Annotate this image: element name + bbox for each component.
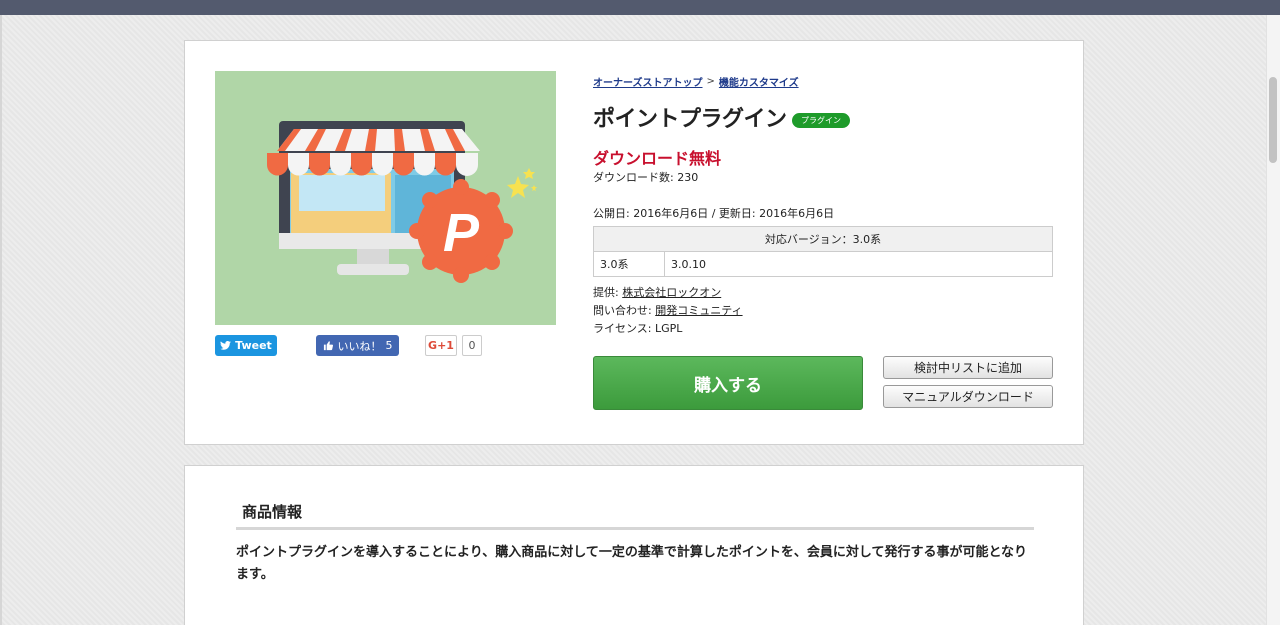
monitor-neck	[357, 249, 389, 264]
manual-download-button[interactable]: マニュアルダウンロード	[883, 385, 1053, 408]
breadcrumb-separator: >	[706, 76, 715, 87]
version-table: 対応バージョン：3.0系 3.0系 3.0.10	[593, 226, 1053, 277]
version-series-cell: 3.0系	[593, 251, 665, 277]
version-table-header: 対応バージョン：3.0系	[593, 226, 1053, 252]
product-card: P Tweet いいね！ 5 G+1 0 オーナーズストアトップ > 機能カスタ…	[184, 40, 1084, 445]
provider-link[interactable]: 株式会社ロックオン	[622, 286, 721, 299]
breadcrumb: オーナーズストアトップ > 機能カスタマイズ	[593, 74, 799, 89]
version-list-cell: 3.0.10	[664, 251, 1053, 277]
buy-button[interactable]: 購入する	[593, 356, 863, 410]
monitor-base	[337, 264, 409, 275]
table-row: 3.0系 3.0.10	[593, 251, 1053, 277]
page-left-edge	[0, 15, 2, 625]
breadcrumb-link-store-top[interactable]: オーナーズストアトップ	[593, 74, 703, 89]
product-image: P	[215, 71, 556, 325]
gplus-button[interactable]: G+1	[425, 335, 457, 356]
like-label: いいね！	[337, 339, 382, 353]
provider-label: 提供:	[593, 286, 619, 299]
browser-top-bar	[0, 0, 1280, 15]
contact-link[interactable]: 開発コミュニティ	[655, 304, 742, 317]
like-button[interactable]: いいね！ 5	[316, 335, 399, 356]
publish-dates: 公開日: 2016年6月6日 / 更新日: 2016年6月6日	[593, 207, 835, 220]
point-sticker-icon: P	[409, 179, 513, 283]
gplus-label: G+1	[428, 339, 454, 352]
twitter-bird-icon	[220, 341, 232, 350]
scrollbar-thumb[interactable]	[1269, 77, 1277, 163]
contact-label: 問い合わせ:	[593, 304, 652, 317]
svg-text:P: P	[443, 203, 480, 263]
product-title: ポイントプラグイン	[593, 107, 787, 132]
product-info-card: 商品情報 ポイントプラグインを導入することにより、購入商品に対して一定の基準で計…	[184, 465, 1084, 625]
download-count: ダウンロード数: 230	[593, 171, 699, 184]
thumbs-up-icon	[323, 341, 333, 351]
section-title: 商品情報	[236, 501, 1034, 530]
price-label: ダウンロード無料	[593, 149, 722, 168]
sparkle-icon	[507, 168, 537, 198]
plugin-badge: プラグイン	[792, 113, 850, 128]
page-scrollbar[interactable]	[1266, 15, 1280, 625]
gplus-count: 0	[462, 335, 482, 356]
storefront-illustration: P	[267, 121, 537, 283]
shop-window	[299, 175, 385, 211]
tweet-button[interactable]: Tweet	[215, 335, 277, 356]
like-count: 5	[385, 339, 393, 352]
product-description: ポイントプラグインを導入することにより、購入商品に対して一定の基準で計算したポイ…	[236, 545, 1028, 582]
tweet-label: Tweet	[235, 339, 272, 352]
breadcrumb-link-customize[interactable]: 機能カスタマイズ	[719, 74, 799, 89]
license-text: ライセンス: LGPL	[593, 322, 683, 335]
add-to-wishlist-button[interactable]: 検討中リストに追加	[883, 356, 1053, 379]
contact-row: 問い合わせ: 開発コミュニティ	[593, 302, 743, 318]
provider-row: 提供: 株式会社ロックオン	[593, 284, 721, 300]
